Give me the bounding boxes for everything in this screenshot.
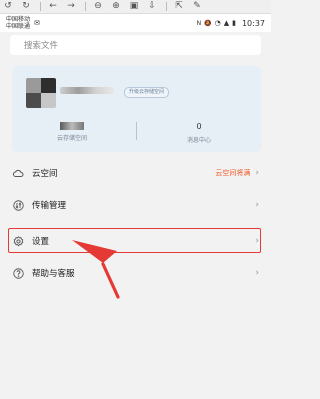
menu-item-help[interactable]: 帮助与客服 › (0, 259, 271, 287)
storage-stat[interactable]: 云存储空间 (22, 122, 122, 142)
chevron-right-icon: › (255, 200, 259, 210)
help-icon (12, 267, 24, 279)
chevron-right-icon: › (255, 168, 259, 178)
menu-item-right: 云空间将满 › (215, 168, 259, 178)
share-icon[interactable]: ⇱ (173, 1, 185, 13)
edit-icon[interactable]: ✎ (191, 1, 203, 13)
toolbar-divider (40, 2, 41, 11)
carrier-info: 中国移动 中国联通 (6, 16, 30, 30)
viewer-toolbar: ↺ ↻ ← → ⊖ ⊕ ▣ ⇩ ⇱ ✎ (0, 0, 271, 14)
menu-item-right: › (255, 268, 259, 278)
fit-screen-icon[interactable]: ▣ (128, 1, 140, 13)
toolbar-divider (85, 2, 86, 11)
upgrade-storage-badge[interactable]: 升级云存储空间 (124, 87, 170, 98)
carrier-2: 中国联通 (6, 23, 31, 30)
back-arrow-icon[interactable]: ← (47, 1, 59, 13)
cloud-icon (12, 167, 24, 179)
profile-card[interactable]: 升级云存储空间 云存储空间 0 消息中心 (12, 66, 261, 152)
search-input[interactable]: 搜索文件 (10, 35, 261, 55)
card-divider (136, 122, 137, 140)
rotate-right-icon[interactable]: ↻ (20, 1, 32, 13)
menu-item-transfer[interactable]: 传输管理 › (0, 191, 271, 219)
wifi-icon: ◔ (214, 19, 221, 27)
storage-label: 云存储空间 (56, 135, 87, 142)
cloud-space-warning: 云空间将满 (215, 169, 251, 177)
messages-value: 0 (196, 122, 202, 131)
status-time: 10:37 (241, 18, 265, 28)
notification-icon: ✉ (34, 19, 40, 27)
transfer-icon (12, 199, 24, 211)
zoom-in-icon[interactable]: ⊕ (110, 1, 122, 13)
status-icons: N 🔕 ◔ ▲ ▮ 10:37 (197, 19, 265, 28)
battery-icon: ▮ (232, 19, 236, 27)
menu-item-label: 云空间 (32, 169, 58, 179)
menu-item-label: 传输管理 (32, 201, 67, 211)
signal-icon: ▲ (223, 19, 230, 27)
avatar[interactable] (26, 78, 56, 108)
menu-item-cloud-space[interactable]: 云空间 云空间将满 › (0, 159, 271, 187)
menu-item-right: › (255, 200, 259, 210)
messages-label: 消息中心 (186, 137, 211, 144)
status-bar: 中国移动 中国联通 ✉ N 🔕 ◔ ▲ ▮ 10:37 (0, 14, 271, 32)
zoom-out-icon[interactable]: ⊖ (92, 1, 104, 13)
download-icon[interactable]: ⇩ (146, 1, 158, 13)
menu-item-label: 帮助与客服 (32, 269, 75, 279)
messages-stat[interactable]: 0 消息中心 (149, 122, 249, 144)
search-placeholder: 搜索文件 (24, 41, 59, 51)
chevron-right-icon: › (255, 268, 259, 278)
nfc-icon: N (196, 19, 202, 27)
toolbar-divider (166, 2, 167, 11)
carrier-1: 中国移动 (6, 16, 31, 23)
storage-value-blurred (60, 122, 84, 130)
mute-icon: 🔕 (204, 19, 212, 27)
forward-arrow-icon[interactable]: → (65, 1, 77, 13)
settings-highlight-box (8, 228, 261, 253)
username-blurred (60, 87, 114, 94)
rotate-left-icon[interactable]: ↺ (2, 1, 14, 13)
